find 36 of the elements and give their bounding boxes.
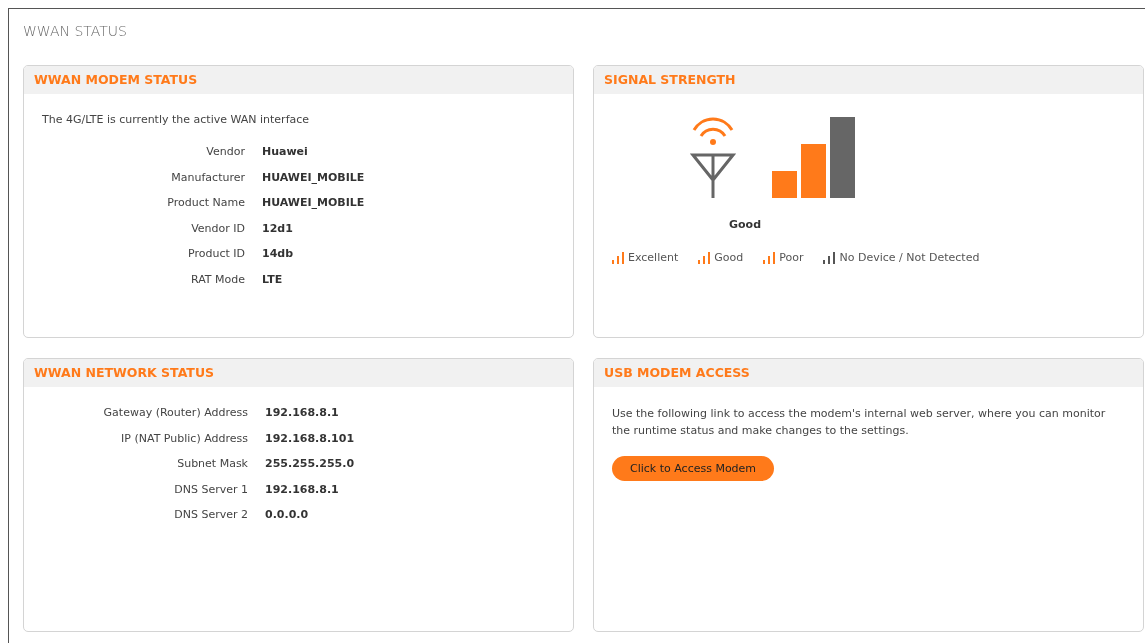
- access-modem-button[interactable]: Click to Access Modem: [612, 456, 775, 481]
- field-value: 12d1: [262, 220, 294, 237]
- status-note: The 4G/LTE is currently the active WAN interface: [42, 113, 311, 126]
- field-label: Product ID: [187, 246, 245, 262]
- field-value: 192.168.8.1: [265, 405, 340, 421]
- field-value: HUAWEI_MOBILE: [262, 195, 366, 211]
- signal-quality: Good: [729, 218, 763, 231]
- field-value: LTE: [262, 271, 284, 288]
- description-text: Use the following link to access the modem's internal web server, where you can monitor the runtime status and make changes to the settings.: [612, 406, 1107, 439]
- field-value: 0.0.0.0: [265, 507, 310, 523]
- field-label: Subnet Mask: [176, 456, 248, 472]
- field-label: DNS Server 1: [173, 481, 248, 498]
- legend-label: Excellent: [628, 251, 679, 264]
- page-title: WWAN STATUS: [23, 23, 128, 41]
- field-value: 255.255.255.0: [265, 456, 356, 472]
- field-value: 14db: [262, 246, 295, 262]
- field-label: Manufacturer: [170, 169, 245, 186]
- field-value: 192.168.8.1: [265, 481, 340, 498]
- panel-title: USB MODEM ACCESS: [594, 359, 1143, 387]
- field-label: RAT Mode: [189, 271, 245, 288]
- field-label: Product Name: [166, 195, 245, 211]
- antenna-icon: [690, 116, 736, 198]
- field-value: HUAWEI_MOBILE: [262, 169, 366, 186]
- field-value: 192.168.8.101: [265, 430, 356, 447]
- field-label: IP (NAT Public) Address: [120, 430, 248, 447]
- field-label: Gateway (Router) Address: [102, 405, 248, 421]
- field-value: Huawei: [262, 144, 309, 160]
- panel-title: WWAN NETWORK STATUS: [24, 359, 573, 387]
- field-label: DNS Server 2: [173, 507, 248, 523]
- legend-label: Poor: [779, 251, 804, 264]
- legend-label: Good: [714, 251, 744, 264]
- field-label: Vendor ID: [190, 220, 245, 237]
- field-label: Vendor: [205, 144, 245, 160]
- legend-label: No Device / Not Detected: [839, 251, 980, 264]
- panel-title: WWAN MODEM STATUS: [24, 66, 573, 94]
- panel-title: SIGNAL STRENGTH: [594, 66, 1143, 94]
